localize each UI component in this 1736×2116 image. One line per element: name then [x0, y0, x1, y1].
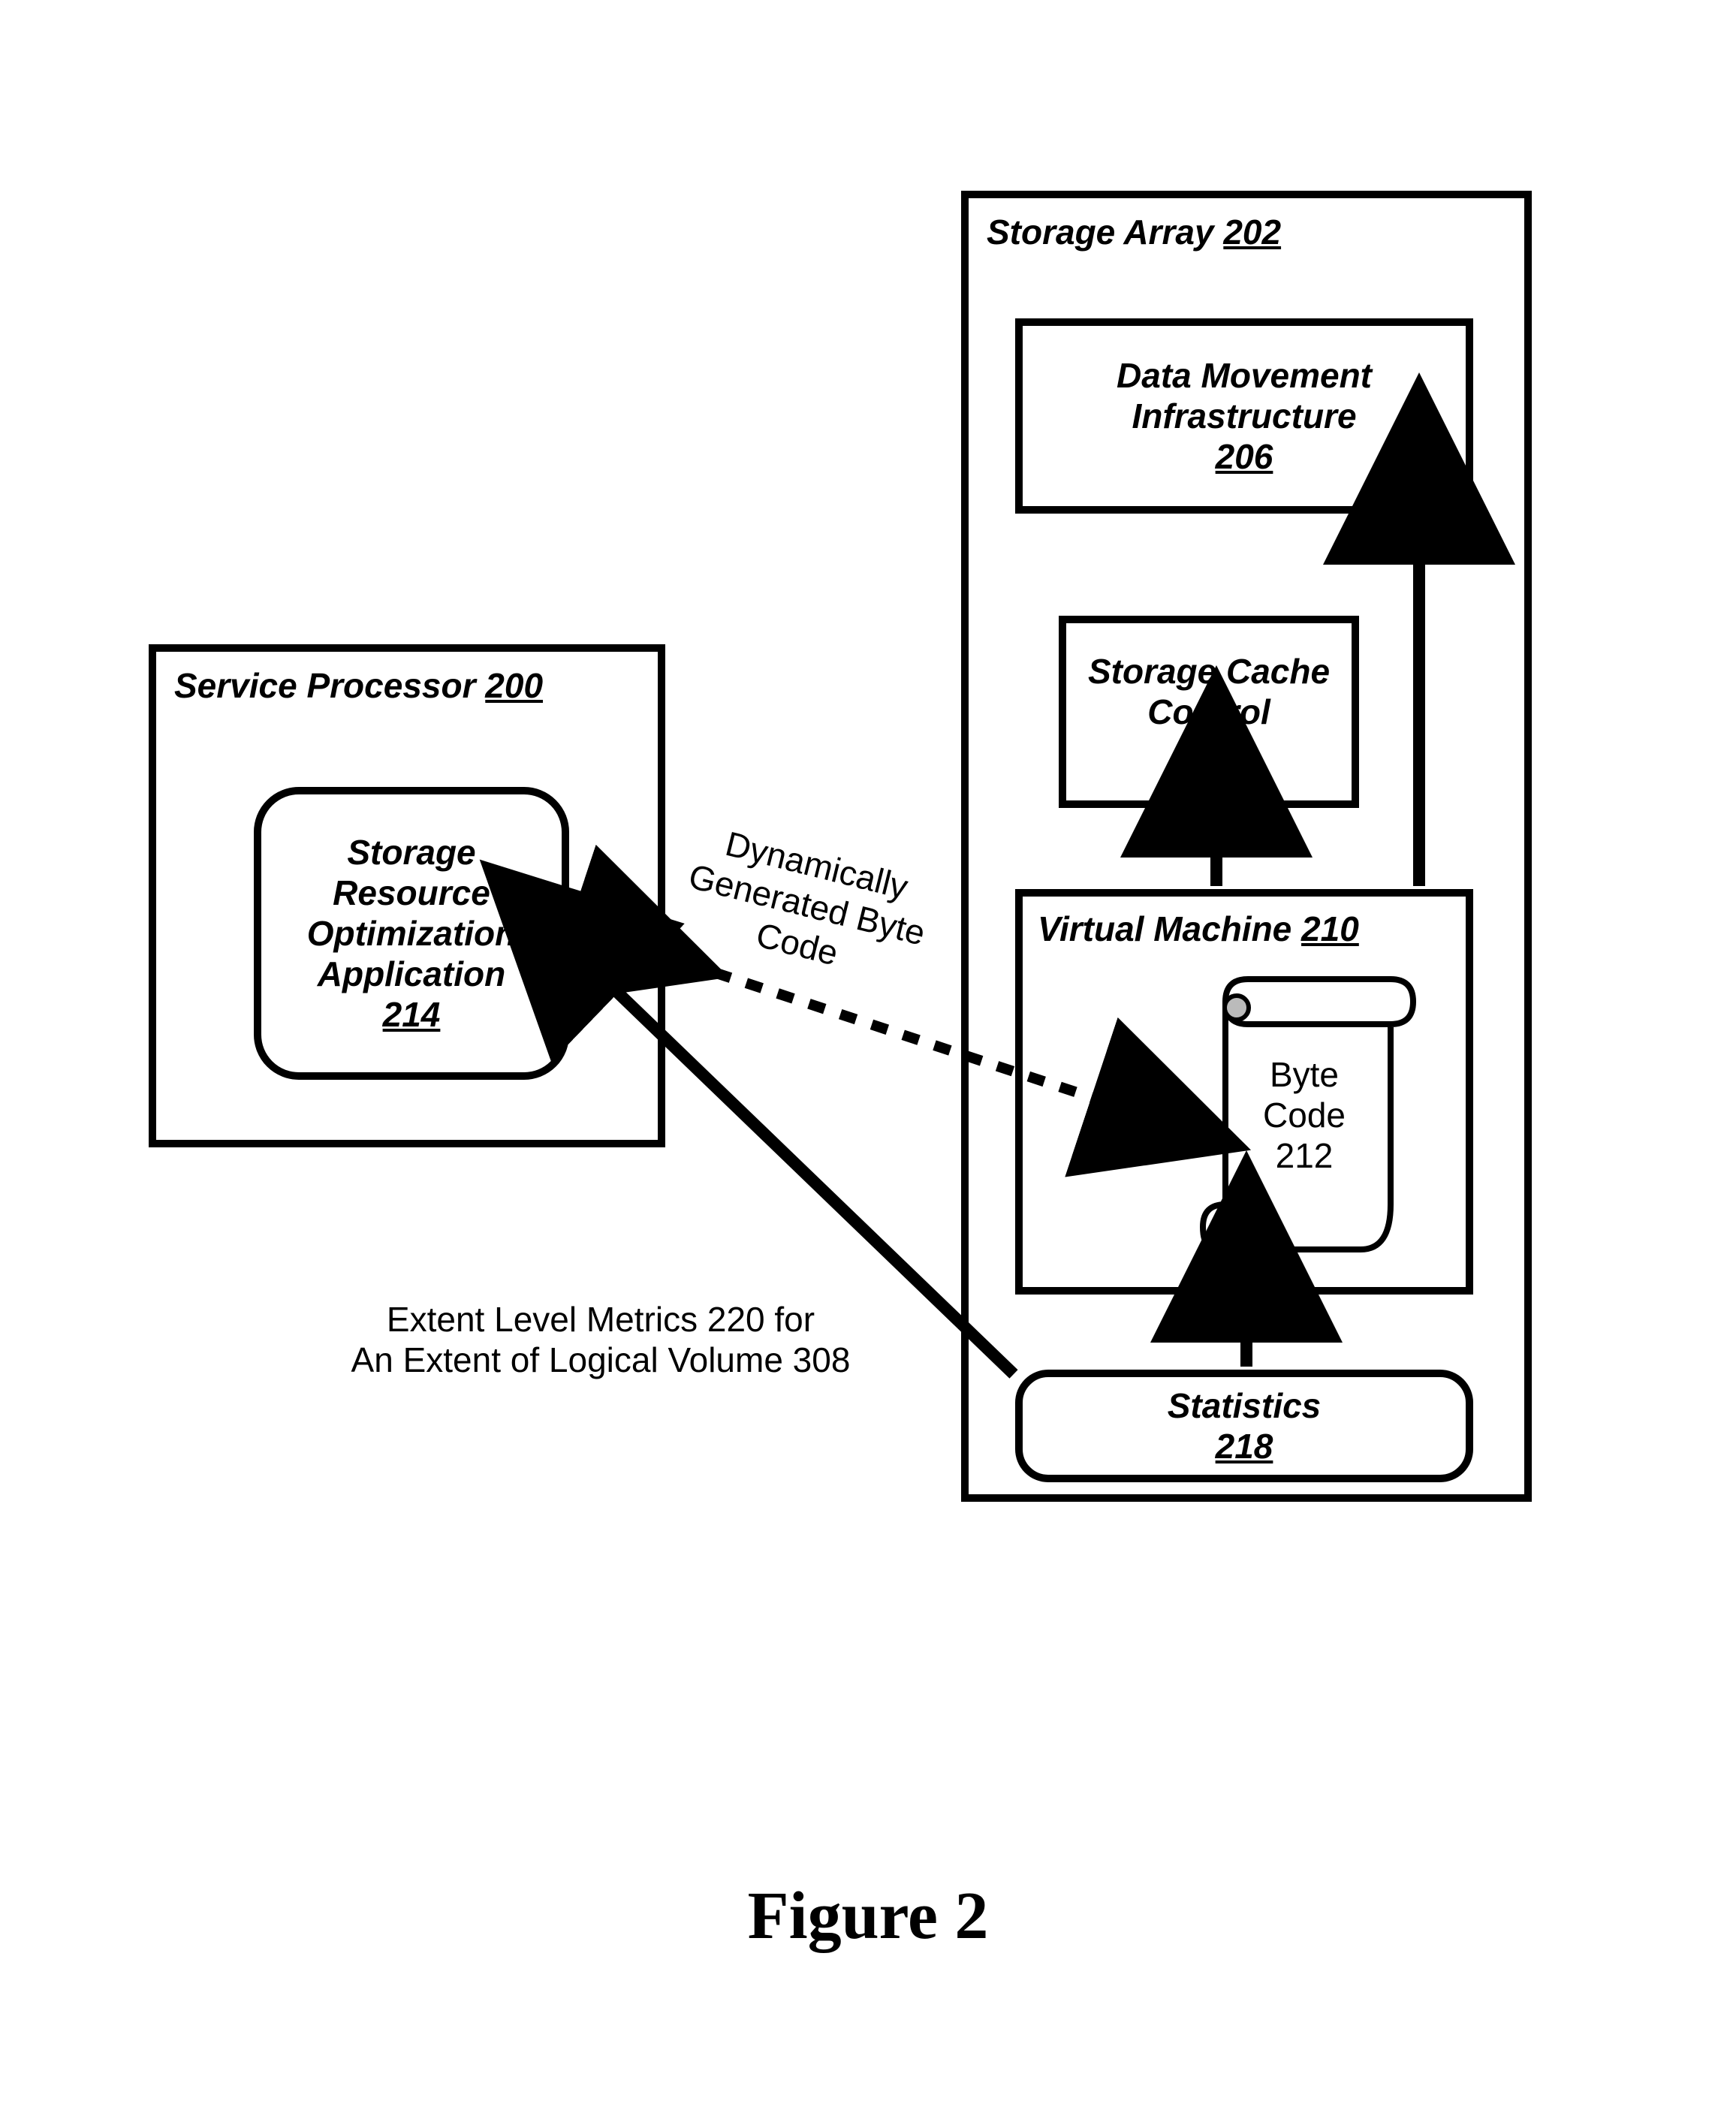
metrics-label: Extent Level Metrics 220 for An Extent o… — [300, 1299, 901, 1380]
arrows-overlay — [0, 0, 1736, 2116]
metrics-l2: An Extent of Logical Volume 308 — [300, 1340, 901, 1380]
figure-caption: Figure 2 — [0, 1877, 1736, 1955]
metrics-l1: Extent Level Metrics 220 for — [300, 1299, 901, 1340]
figure-label: Figure 2 — [748, 1879, 989, 1953]
